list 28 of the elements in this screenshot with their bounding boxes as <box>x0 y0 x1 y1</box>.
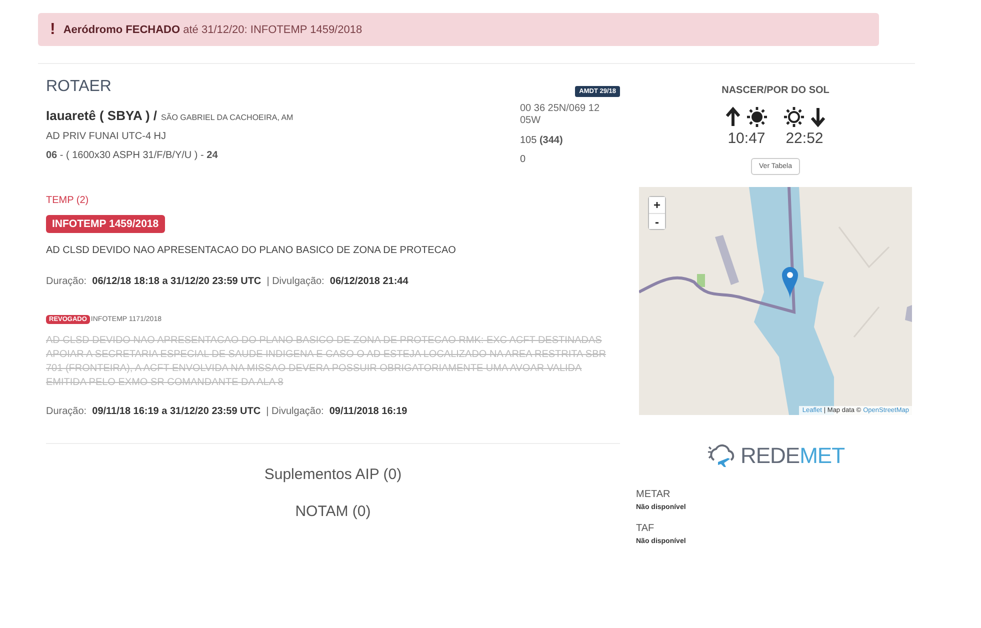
infotemp-text: AD CLSD DEVIDO NAO APRESENTACAO DO PLANO BASICO DE ZONA DE PROTECAO <box>46 244 457 258</box>
value-text: 0 <box>520 154 526 165</box>
duration-info: Duração: 09/11/18 16:19 a 31/12/20 23:59 UTC | Divulgação: 09/11/2018 16:19 <box>46 406 408 417</box>
zoom-out-button[interactable]: - <box>649 213 665 229</box>
section-link[interactable]: NOTAM (0) <box>295 503 371 520</box>
aerodrome-name: Iauaretê ( SBYA ) / <box>46 108 158 123</box>
coordinates: 00 36 25N/069 12 05W <box>520 103 600 127</box>
sunrise-icon <box>724 106 768 128</box>
operator-info: AD PRIV FUNAI UTC-4 HJ <box>46 131 168 142</box>
duration-info: Duração: 06/12/18 18:18 a 31/12/20 23:59 UTC | Divulgação: 06/12/2018 21:44 <box>46 276 410 287</box>
city-name: SÃO GABRIEL DA CACHOEIRA, AM <box>161 113 294 122</box>
section-link[interactable]: Suplementos AIP (0) <box>264 466 402 483</box>
sun-heading: NASCER/POR DO SOL <box>722 85 830 96</box>
infotemp-badge: INFOTEMP 1459/2018 <box>46 215 165 233</box>
sunrise-time: 10:47 <box>728 130 766 147</box>
infotemp-text: AD CLSD DEVIDO NAO APRESENTACAO DO PLANO BASICO DE ZONA DE PROTECAO RMK: EXC ACFT DESTINADAS APOIAR A SECRETARIA ESPECIAL DE SAUDE INDIGENA E CASO O AD ESTEJA LOCALIZADO NA AREA RESTRITA SBR 701 (FRONTEIRA), A ACFT ENVOLVIDA NA MISSAO DEVERA POSSUIR OBRIGATORIAMENTE UMA AVOAR VALIDA EMITIDA PELO EXMO SR COMANDANTE DA ALA 8 <box>46 334 606 390</box>
cloud-plane-icon <box>706 444 736 468</box>
sunset-icon <box>782 106 826 128</box>
alert-text: Aeródromo FECHADO até 31/12/20: INFOTEMP 1459/2018 <box>63 24 362 36</box>
section-title: ROTAER <box>46 78 112 96</box>
elevation: 105 (344) <box>520 135 563 146</box>
report-label: METAR <box>636 489 672 500</box>
logo-text: REDEMET <box>740 443 845 469</box>
report-label: TAF <box>636 523 656 534</box>
runway-info: 06 - ( 1600x30 ASPH 31/F/B/Y/U ) - 24 <box>46 150 219 161</box>
sunset-time: 22:52 <box>786 130 824 147</box>
temp-heading: TEMP (2) <box>46 195 90 206</box>
alert-icon: ! <box>50 20 56 38</box>
